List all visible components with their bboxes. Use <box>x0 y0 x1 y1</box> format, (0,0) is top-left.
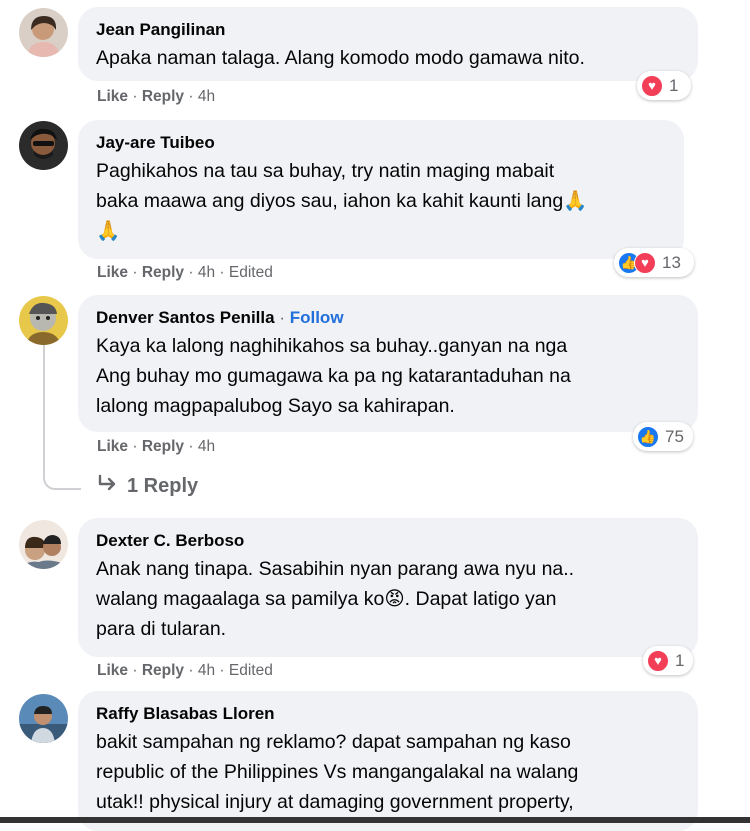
timestamp[interactable]: 4h <box>198 438 215 455</box>
reply-link[interactable]: Reply <box>142 264 184 281</box>
reply-arrow-icon <box>97 474 119 498</box>
separator: · <box>188 264 194 281</box>
like-link[interactable]: Like <box>97 264 128 281</box>
comment-bubble: Jean Pangilinan Apaka naman talaga. Alan… <box>78 7 698 81</box>
comment-header: Denver Santos Penilla · Follow <box>96 307 680 329</box>
follow-button[interactable]: Follow <box>290 308 344 327</box>
timestamp[interactable]: 4h <box>198 264 215 281</box>
comment-bubble: Raffy Blasabas Lloren bakit sampahan ng … <box>78 691 698 831</box>
reaction-count: 1 <box>675 650 685 670</box>
comment-author[interactable]: Dexter C. Berboso <box>96 530 680 552</box>
reaction-count: 1 <box>669 75 679 95</box>
avatar[interactable] <box>19 520 68 569</box>
comment-author[interactable]: Jean Pangilinan <box>96 19 680 41</box>
timestamp[interactable]: 4h <box>198 88 215 105</box>
separator: · <box>132 264 138 281</box>
avatar[interactable] <box>19 8 68 57</box>
separator: · <box>219 264 225 281</box>
reaction-count: 13 <box>662 252 681 272</box>
reply-link[interactable]: Reply <box>142 438 184 455</box>
reaction-summary[interactable]: ♥ 1 <box>637 71 691 100</box>
comment-actions: Like · Reply · 4h <box>97 88 215 106</box>
separator: · <box>132 88 138 105</box>
window-bottom-border <box>0 817 750 823</box>
reply-link[interactable]: Reply <box>142 88 184 105</box>
comment-bubble: Jay-are Tuibeo Paghikahos na tau sa buha… <box>78 120 684 259</box>
reaction-count: 75 <box>665 426 684 446</box>
avatar[interactable] <box>19 296 68 345</box>
thread-line <box>43 344 81 490</box>
separator: · <box>188 438 194 455</box>
replies-label: 1 Reply <box>127 475 199 497</box>
reaction-summary[interactable]: 👍 75 <box>633 422 693 451</box>
edited-label: Edited <box>228 662 273 679</box>
comment-author[interactable]: Denver Santos Penilla <box>96 308 275 327</box>
comment-text: bakit sampahan ng reklamo? dapat sampaha… <box>96 731 579 813</box>
comment-actions: Like · Reply · 4h <box>97 438 215 456</box>
comment-author[interactable]: Jay-are Tuibeo <box>96 132 666 154</box>
reaction-summary[interactable]: 👍 ♥ 13 <box>614 248 694 277</box>
love-reaction-icon: ♥ <box>647 649 669 672</box>
comment-bubble: Dexter C. Berboso Anak nang tinapa. Sasa… <box>78 518 698 657</box>
comment-text: Anak nang tinapa. Sasabihin nyan parang … <box>96 558 575 640</box>
separator: · <box>132 438 138 455</box>
edited-label: Edited <box>228 264 273 281</box>
avatar[interactable] <box>19 121 68 170</box>
like-reaction-icon: 👍 <box>637 425 659 448</box>
separator: · <box>188 662 194 679</box>
comment-actions: Like · Reply · 4h · Edited <box>97 662 273 680</box>
separator: · <box>188 88 194 105</box>
avatar[interactable] <box>19 694 68 743</box>
separator: · <box>219 662 225 679</box>
love-reaction-icon: ♥ <box>634 251 656 274</box>
reply-link[interactable]: Reply <box>142 662 184 679</box>
comment-text: Kaya ka lalong naghihikahos sa buhay..ga… <box>96 335 571 417</box>
comment-author[interactable]: Raffy Blasabas Lloren <box>96 703 680 725</box>
like-link[interactable]: Like <box>97 438 128 455</box>
comment-text: Paghikahos na tau sa buhay, try natin ma… <box>96 160 588 242</box>
view-replies-link[interactable]: 1 Reply <box>97 474 198 498</box>
reaction-summary[interactable]: ♥ 1 <box>643 646 693 675</box>
like-link[interactable]: Like <box>97 88 128 105</box>
separator: · <box>279 308 285 327</box>
like-link[interactable]: Like <box>97 662 128 679</box>
love-reaction-icon: ♥ <box>641 74 663 97</box>
comment-bubble: Denver Santos Penilla · Follow Kaya ka l… <box>78 295 698 432</box>
comment-actions: Like · Reply · 4h · Edited <box>97 264 273 282</box>
timestamp[interactable]: 4h <box>198 662 215 679</box>
separator: · <box>132 662 138 679</box>
comment-text: Apaka naman talaga. Alang komodo modo ga… <box>96 47 585 69</box>
